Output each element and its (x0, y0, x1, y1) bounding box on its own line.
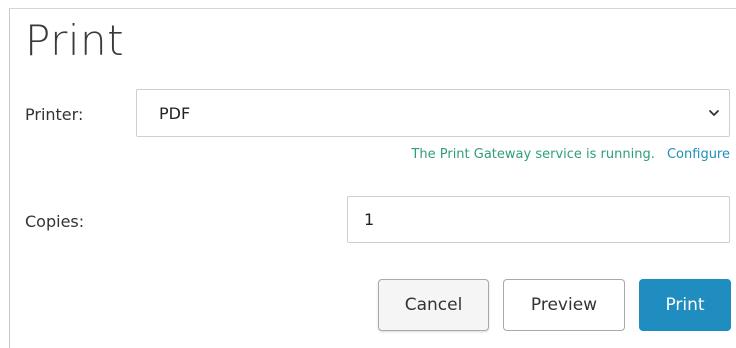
chevron-down-icon (709, 110, 719, 116)
copies-label: Copies: (25, 212, 85, 231)
dialog-title: Print (25, 16, 125, 65)
gateway-status: The Print Gateway service is running. Co… (411, 147, 730, 162)
copies-input[interactable] (347, 196, 730, 243)
gateway-status-message: The Print Gateway service is running. (411, 147, 655, 162)
preview-button[interactable]: Preview (503, 279, 625, 331)
print-button[interactable]: Print (639, 279, 731, 331)
printer-label: Printer: (25, 105, 84, 124)
printer-selected-value: PDF (159, 103, 191, 123)
printer-select[interactable]: PDF (136, 89, 730, 137)
configure-link[interactable]: Configure (667, 147, 730, 162)
cancel-button[interactable]: Cancel (378, 279, 489, 331)
